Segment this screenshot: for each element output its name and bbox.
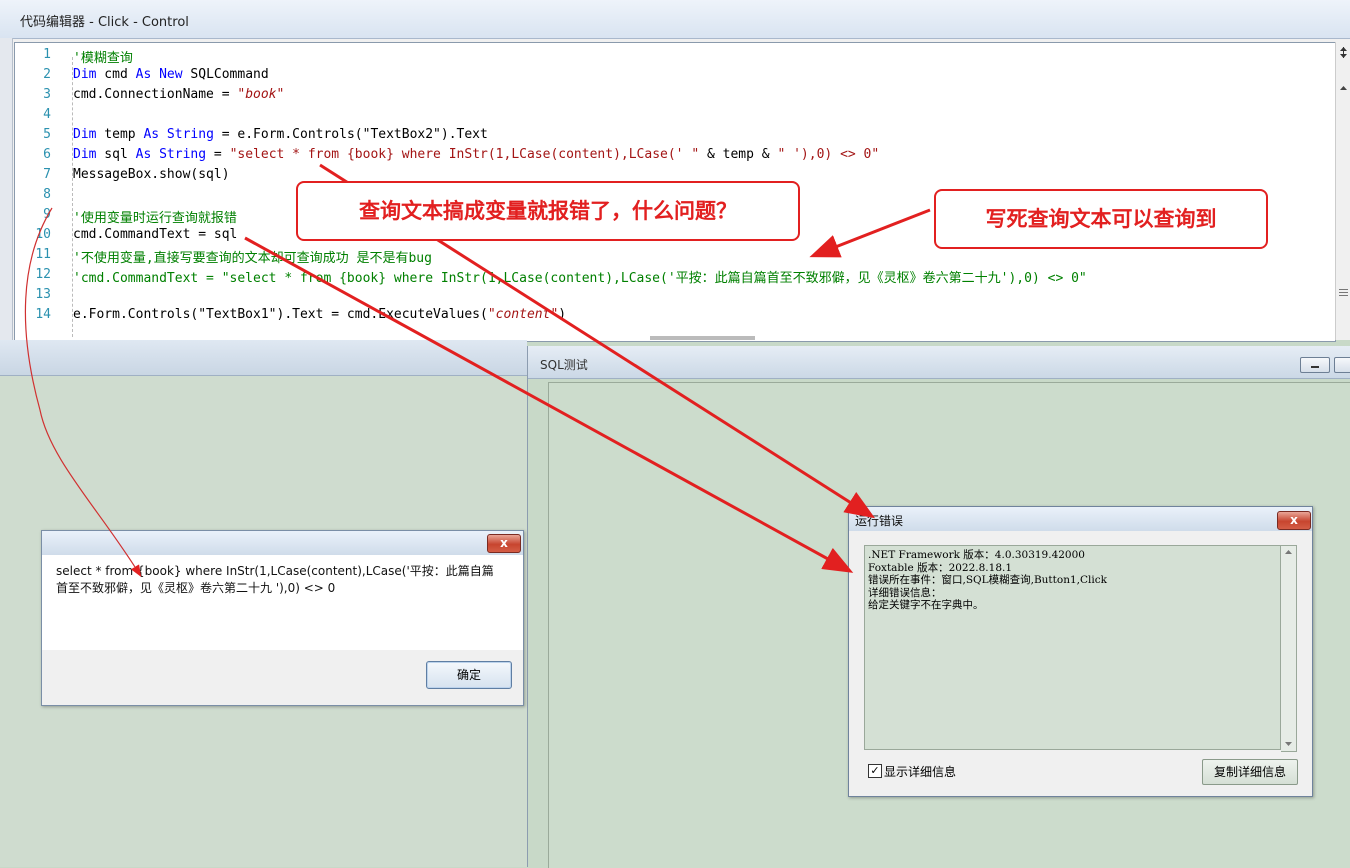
annotation-callout-hardcoded-works: 写死查询文本可以查询到 xyxy=(934,189,1268,249)
annotation-arrows xyxy=(24,163,931,578)
thin-arrow-to-msgbox xyxy=(24,207,142,578)
annotation-callout-variable-error: 查询文本搞成变量就报错了，什么问题？ xyxy=(296,181,800,241)
arrow-to-code-line-12 xyxy=(809,208,931,258)
arrow-to-error-dialog-2 xyxy=(244,236,854,573)
